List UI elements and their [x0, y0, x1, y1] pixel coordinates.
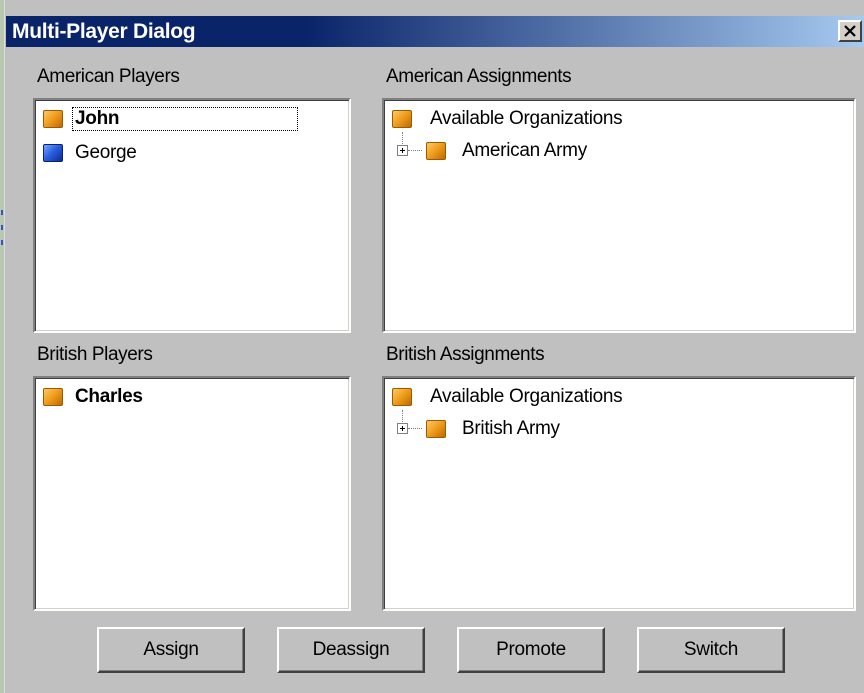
- expand-plus-icon[interactable]: [397, 145, 408, 156]
- organization-icon: [426, 420, 446, 438]
- tree-root-label: Available Organizations: [430, 108, 623, 129]
- american-players-label: American Players: [37, 66, 180, 87]
- organization-icon: [392, 388, 412, 406]
- tree-node-label: British Army: [462, 418, 560, 439]
- dialog-title: Multi-Player Dialog: [12, 20, 196, 43]
- tree-node-british-army[interactable]: British Army: [426, 416, 560, 442]
- player-item-charles[interactable]: Charles: [43, 384, 143, 410]
- player-name: Charles: [75, 386, 143, 407]
- american-assignments-tree[interactable]: Available Organizations American Army: [382, 98, 856, 333]
- multi-player-dialog: Multi-Player Dialog American Players Joh…: [0, 0, 864, 693]
- british-players-label: British Players: [37, 344, 153, 365]
- orange-player-icon: [43, 110, 63, 128]
- american-players-list[interactable]: John George: [33, 98, 351, 333]
- edge-marker: [1, 240, 3, 245]
- title-bar[interactable]: Multi-Player Dialog: [6, 16, 864, 47]
- player-name: George: [75, 142, 137, 163]
- expand-plus-icon[interactable]: [397, 423, 408, 434]
- tree-connector: [408, 428, 422, 429]
- organization-icon: [426, 142, 446, 160]
- orange-player-icon: [43, 388, 63, 406]
- blue-player-icon: [43, 144, 63, 162]
- player-name: John: [72, 107, 298, 131]
- edge-marker: [1, 225, 3, 230]
- tree-connector: [408, 150, 422, 151]
- assign-button[interactable]: Assign: [97, 627, 245, 673]
- player-item-george[interactable]: George: [43, 140, 137, 166]
- tree-node-american-army[interactable]: American Army: [426, 138, 587, 164]
- organization-icon: [392, 110, 412, 128]
- promote-button[interactable]: Promote: [457, 627, 605, 673]
- tree-node-label: American Army: [462, 140, 587, 161]
- switch-button[interactable]: Switch: [637, 627, 785, 673]
- close-icon: [844, 25, 856, 37]
- edge-marker: [1, 210, 3, 215]
- british-assignments-tree[interactable]: Available Organizations British Army: [382, 376, 856, 611]
- british-players-list[interactable]: Charles: [33, 376, 351, 611]
- deassign-button[interactable]: Deassign: [277, 627, 425, 673]
- american-assignments-label: American Assignments: [386, 66, 572, 87]
- background-window-edge: [0, 0, 5, 693]
- british-assignments-label: British Assignments: [386, 344, 545, 365]
- tree-root-available-organizations[interactable]: Available Organizations: [392, 106, 623, 132]
- tree-root-label: Available Organizations: [430, 386, 623, 407]
- tree-root-available-organizations[interactable]: Available Organizations: [392, 384, 623, 410]
- player-item-john[interactable]: John: [43, 106, 298, 132]
- close-button[interactable]: [838, 20, 862, 42]
